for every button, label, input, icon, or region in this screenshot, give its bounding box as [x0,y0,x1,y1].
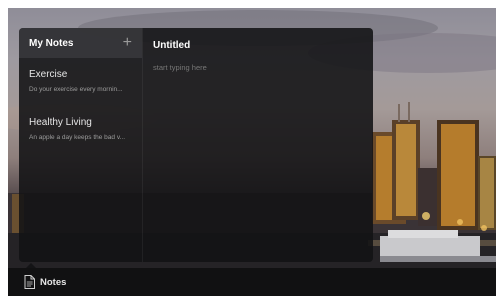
note-list-item[interactable]: Exercise Do your exercise every mornin..… [19,58,142,106]
note-editor-title[interactable]: Untitled [153,40,363,51]
notes-sidebar: My Notes + Exercise Do your exercise eve… [19,28,143,262]
note-editor-body[interactable]: start typing here [153,63,363,72]
taskbar: Notes [8,263,496,296]
note-preview: An apple a day keeps the bad v... [29,134,126,141]
taskbar-notes-button[interactable]: Notes [24,275,66,289]
note-preview: Do your exercise every mornin... [29,86,123,93]
notes-window: My Notes + Exercise Do your exercise eve… [19,28,373,262]
plus-icon[interactable]: + [123,35,132,51]
note-title: Healthy Living [29,117,92,128]
note-title: Exercise [29,69,68,80]
taskbar-pointer [26,263,36,268]
taskbar-app-label: Notes [40,276,67,288]
note-editor[interactable]: Untitled start typing here [143,28,373,262]
note-list-item[interactable]: Healthy Living An apple a day keeps the … [19,106,142,154]
sidebar-header: My Notes + [19,28,142,58]
document-icon [24,275,35,289]
sidebar-title: My Notes [29,37,74,49]
